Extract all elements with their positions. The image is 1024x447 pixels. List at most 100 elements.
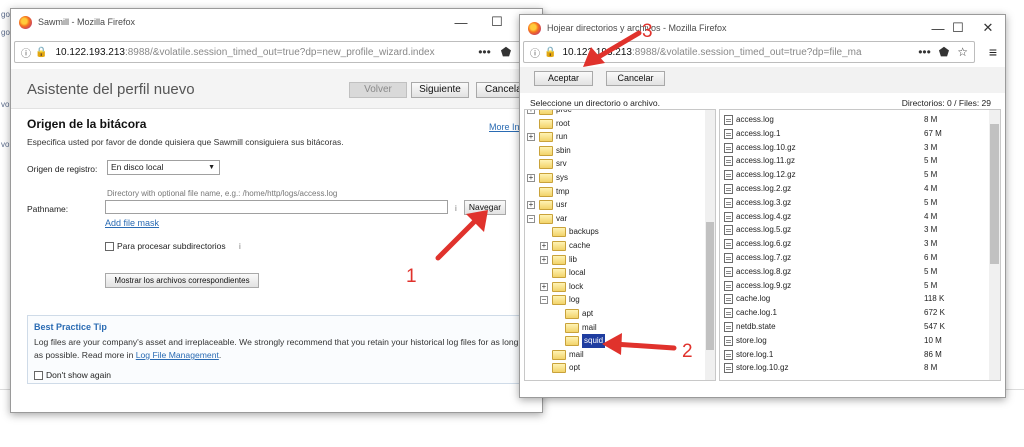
file-row[interactable]: access.log.9.gz 5 M (720, 279, 990, 293)
file-icon (724, 225, 733, 236)
folder-icon (539, 186, 553, 197)
tree-item-label: mail (569, 349, 584, 359)
subdirectories-label: Para procesar subdirectorios (117, 241, 226, 251)
insecure-lock-icon[interactable]: 🔒 (544, 47, 556, 58)
tree-item-usr[interactable]: usr (539, 198, 567, 212)
log-source-select[interactable]: En disco local ▼ (107, 160, 220, 175)
more-info-link[interactable]: More In (489, 122, 520, 132)
file-row[interactable]: access.log.8.gz 5 M (720, 265, 990, 279)
tree-item-cache[interactable]: cache (552, 239, 590, 253)
tree-item-mail[interactable]: mail (552, 348, 584, 362)
file-row[interactable]: access.log.2.gz 4 M (720, 182, 990, 196)
tree-expander-icon[interactable]: + (540, 242, 548, 250)
dont-show-checkbox[interactable] (34, 371, 43, 380)
tree-expander-icon[interactable]: + (527, 201, 535, 210)
hamburger-menu-icon[interactable]: ≡ (989, 44, 997, 60)
back-button[interactable]: Volver (349, 82, 407, 98)
file-row[interactable]: access.log.5.gz 3 M (720, 223, 990, 237)
file-row[interactable]: store.log.10.gz 8 M (720, 361, 990, 375)
minimize-button[interactable]: — (443, 9, 479, 35)
page-actions-icon[interactable]: ••• (918, 45, 931, 59)
file-scrollbar[interactable] (989, 110, 1000, 380)
bookmark-star-icon[interactable]: ☆ (957, 45, 968, 59)
annotation-number-1: 1 (406, 266, 417, 287)
file-row[interactable]: netdb.state 547 K (720, 320, 990, 334)
info-icon[interactable]: ⓘ (530, 45, 540, 60)
tree-item-apt[interactable]: apt (565, 307, 593, 321)
cancel-button[interactable]: Cancelar (606, 71, 665, 86)
tree-expander-icon[interactable]: + (527, 133, 535, 142)
tree-item-label: root (556, 118, 570, 128)
file-scroll-thumb[interactable] (990, 124, 999, 264)
tree-item-sys[interactable]: sys (539, 171, 568, 185)
file-name: store.log (736, 335, 767, 345)
folder-icon (552, 227, 566, 238)
tree-item-local[interactable]: local (552, 266, 585, 280)
tree-expander-icon[interactable]: + (527, 110, 535, 114)
info-icon[interactable]: ⓘ (21, 45, 31, 60)
tree-scrollbar[interactable] (705, 110, 715, 380)
pocket-icon[interactable]: ⬟ (501, 45, 511, 59)
log-file-management-link[interactable]: Log File Management (136, 350, 219, 360)
directory-hint: Directory with optional file name, e.g.:… (107, 189, 338, 198)
tree-item-squid[interactable]: squid (565, 334, 606, 349)
pathname-input[interactable] (105, 200, 448, 214)
file-row[interactable]: store.log.1 86 M (720, 348, 990, 362)
file-size: 3 M (924, 239, 938, 249)
file-row[interactable]: access.log.10.gz 3 M (720, 141, 990, 155)
tree-item-sbin[interactable]: sbin (539, 144, 571, 158)
page-actions-icon[interactable]: ••• (478, 45, 491, 59)
file-icon (724, 308, 733, 319)
tree-expander-icon[interactable]: + (540, 282, 548, 291)
tree-item-tmp[interactable]: tmp (539, 185, 569, 199)
tree-expander-icon[interactable]: + (540, 255, 548, 264)
close-button[interactable]: ✕ (970, 15, 1005, 41)
tree-item-backups[interactable]: backups (552, 225, 599, 239)
insecure-lock-icon[interactable]: 🔒 (35, 47, 47, 58)
tree-item-var[interactable]: var (539, 212, 567, 226)
tree-item-lib[interactable]: lib (552, 253, 577, 267)
tree-item-opt[interactable]: opt (552, 361, 580, 375)
subdirectories-info-icon[interactable]: i (239, 242, 241, 251)
url-bar[interactable]: ⓘ 🔒 10.122.193.213:8988/&volatile.sessio… (14, 41, 539, 63)
file-row[interactable]: access.log.1 67 M (720, 127, 990, 141)
file-row[interactable]: access.log.6.gz 3 M (720, 237, 990, 251)
show-matching-files-button[interactable]: Mostrar los archivos correspondientes (105, 273, 259, 288)
file-icon (724, 335, 733, 346)
file-list[interactable]: access.log 8 Maccess.log.1 67 Maccess.log.… (719, 109, 1001, 381)
file-name: access.log.7.gz (736, 253, 792, 262)
file-row[interactable]: access.log.4.gz 4 M (720, 210, 990, 224)
tree-scroll-thumb[interactable] (706, 222, 714, 350)
tree-item-root[interactable]: root (539, 117, 570, 131)
file-size: 3 M (924, 142, 938, 152)
file-row[interactable]: access.log.3.gz 5 M (720, 196, 990, 210)
tree-item-log[interactable]: log (552, 293, 580, 307)
tree-expander-icon[interactable]: − (540, 296, 548, 305)
file-icon (724, 322, 733, 332)
maximize-button[interactable]: ☐ (479, 9, 515, 35)
subdirectories-checkbox[interactable] (105, 242, 114, 251)
next-button[interactable]: Siguiente (411, 82, 469, 98)
tree-item-run[interactable]: run (539, 130, 568, 144)
file-size: 86 M (924, 349, 942, 359)
folder-icon (552, 254, 566, 265)
dont-show-label: Don't show again (46, 370, 111, 380)
file-row[interactable]: access.log.11.gz 5 M (720, 154, 990, 168)
file-row[interactable]: access.log.7.gz 6 M (720, 251, 990, 265)
accept-button[interactable]: Aceptar (534, 71, 593, 86)
tree-item-label: lib (569, 254, 578, 264)
tree-item-srv[interactable]: srv (539, 157, 567, 171)
file-row[interactable]: cache.log 118 K (720, 292, 990, 306)
tree-item-mail[interactable]: mail (565, 321, 597, 335)
file-row[interactable]: access.log.12.gz 5 M (720, 168, 990, 182)
add-file-mask-link[interactable]: Add file mask (105, 218, 159, 228)
file-name: access.log.5.gz (736, 225, 792, 235)
tree-expander-icon[interactable]: − (527, 214, 535, 223)
file-row[interactable]: cache.log.1 672 K (720, 306, 990, 320)
file-row[interactable]: access.log 8 M (720, 113, 990, 127)
pocket-icon[interactable]: ⬟ (939, 45, 949, 59)
file-row[interactable]: store.log 10 M (720, 334, 990, 348)
tree-expander-icon[interactable]: + (527, 174, 535, 182)
tree-item-lock[interactable]: lock (552, 280, 583, 294)
file-size: 672 K (924, 308, 945, 318)
